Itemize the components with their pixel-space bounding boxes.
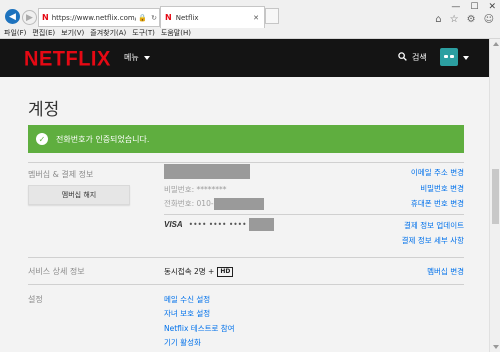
page-title: 계정 xyxy=(28,100,60,120)
menu-file[interactable]: 파일(F) xyxy=(4,28,26,38)
divider xyxy=(164,214,464,215)
password-label: 비밀번호: xyxy=(164,185,195,194)
maximize-icon[interactable]: ☐ xyxy=(470,2,478,12)
billing-details-link[interactable]: 결제 정보 세부 사항 xyxy=(402,235,464,246)
refresh-icon[interactable]: ↻ xyxy=(151,14,157,22)
scroll-down-icon[interactable] xyxy=(493,345,499,349)
update-payment-link[interactable]: 결제 정보 업데이트 xyxy=(404,220,464,231)
divider xyxy=(28,257,464,258)
menu-tools[interactable]: 도구(T) xyxy=(132,28,155,38)
password-value: ******** xyxy=(196,185,227,194)
back-button[interactable]: ◀ xyxy=(5,9,20,24)
search-label: 검색 xyxy=(412,53,427,62)
address-bar[interactable]: N https://www.netflix.com/y... 🔒 ↻ xyxy=(38,8,160,27)
menu-help[interactable]: 도움말(H) xyxy=(161,28,191,38)
divider xyxy=(28,284,464,285)
tab-favicon-icon: N xyxy=(165,13,172,22)
url-text[interactable]: https://www.netflix.com/y... xyxy=(52,14,137,22)
membership-section-label: 멤버십 & 결제 정보 xyxy=(28,170,94,179)
plan-text: 동시접속 2명 + xyxy=(164,267,215,276)
cancel-membership-button[interactable]: 멤버십 해지 xyxy=(28,185,130,205)
scroll-thumb[interactable] xyxy=(492,169,499,224)
netflix-header: NETFLIX 메뉴 검색 xyxy=(0,39,489,77)
netflix-logo[interactable]: NETFLIX xyxy=(24,47,111,71)
card-number-masked: •••• •••• •••• xyxy=(188,220,247,229)
forward-button[interactable]: ▶ xyxy=(22,10,37,25)
close-tab-icon[interactable]: ✕ xyxy=(253,14,259,22)
browser-tab[interactable]: N Netflix ✕ xyxy=(160,6,265,28)
lock-icon: 🔒 xyxy=(138,13,148,22)
change-phone-link[interactable]: 휴대폰 번호 변경 xyxy=(411,198,464,209)
plan-section-label: 서비스 상세 정보 xyxy=(28,267,85,276)
new-tab-button[interactable] xyxy=(265,8,279,24)
test-participation-link[interactable]: Netflix 테스트로 참여 xyxy=(164,323,235,334)
tab-title: Netflix xyxy=(175,13,199,22)
chevron-down-icon xyxy=(143,55,150,60)
vertical-scrollbar[interactable] xyxy=(489,39,500,352)
hd-badge: HD xyxy=(217,266,234,277)
menu-favorites[interactable]: 즐겨찾기(A) xyxy=(90,28,126,38)
star-icon[interactable]: ☆ xyxy=(450,14,459,25)
redacted-card-digits xyxy=(248,218,274,231)
search-icon xyxy=(398,52,407,63)
activate-device-link[interactable]: 기기 활성화 xyxy=(164,337,201,348)
settings-section-label: 설정 xyxy=(28,295,43,304)
phone-info: 전화번호: 010- xyxy=(164,198,264,210)
browser-chrome: ◀ ▶ N https://www.netflix.com/y... 🔒 ↻ N… xyxy=(0,0,500,39)
phone-label: 전화번호: xyxy=(164,199,195,208)
scroll-up-icon[interactable] xyxy=(493,42,499,46)
browse-menu[interactable]: 메뉴 xyxy=(124,52,150,63)
redacted-phone xyxy=(213,198,264,210)
phone-prefix: 010- xyxy=(196,199,214,208)
redacted-email xyxy=(164,164,250,179)
avatar[interactable] xyxy=(440,48,458,66)
profile-chevron-down-icon[interactable] xyxy=(463,56,469,60)
success-alert: ✓ 전화번호가 인증되었습니다. xyxy=(28,125,464,153)
email-preferences-link[interactable]: 메일 수신 설정 xyxy=(164,294,210,305)
password-info: 비밀번호: ******** xyxy=(164,184,227,195)
minimize-icon[interactable]: — xyxy=(451,2,460,12)
alert-text: 전화번호가 인증되었습니다. xyxy=(56,134,150,144)
visa-logo: VISA xyxy=(164,220,183,229)
smiley-icon[interactable]: ☺ xyxy=(484,14,494,25)
plan-description: 동시접속 2명 + HD xyxy=(164,266,234,277)
close-icon[interactable]: ✕ xyxy=(488,2,496,12)
home-icon[interactable]: ⌂ xyxy=(435,14,441,25)
change-plan-link[interactable]: 멤버십 변경 xyxy=(427,266,464,277)
account-page: 계정 ✓ 전화번호가 인증되었습니다. 멤버십 & 결제 정보 멤버십 해지 비… xyxy=(0,77,489,352)
search-button[interactable]: 검색 xyxy=(398,52,427,63)
payment-method: VISA •••• •••• •••• xyxy=(164,218,274,231)
browse-menu-label: 메뉴 xyxy=(124,53,139,62)
divider xyxy=(28,162,464,163)
menu-edit[interactable]: 편집(E) xyxy=(32,28,55,38)
change-password-link[interactable]: 비밀번호 변경 xyxy=(420,183,464,194)
parental-controls-link[interactable]: 자녀 보호 설정 xyxy=(164,308,210,319)
gear-icon[interactable]: ⚙ xyxy=(467,14,476,25)
netflix-favicon-icon: N xyxy=(42,13,49,22)
change-email-link[interactable]: 이메일 주소 변경 xyxy=(411,167,464,178)
menu-bar: 파일(F) 편집(E) 보기(V) 즐겨찾기(A) 도구(T) 도움말(H) xyxy=(4,28,191,38)
menu-view[interactable]: 보기(V) xyxy=(61,28,84,38)
check-icon: ✓ xyxy=(36,133,48,145)
